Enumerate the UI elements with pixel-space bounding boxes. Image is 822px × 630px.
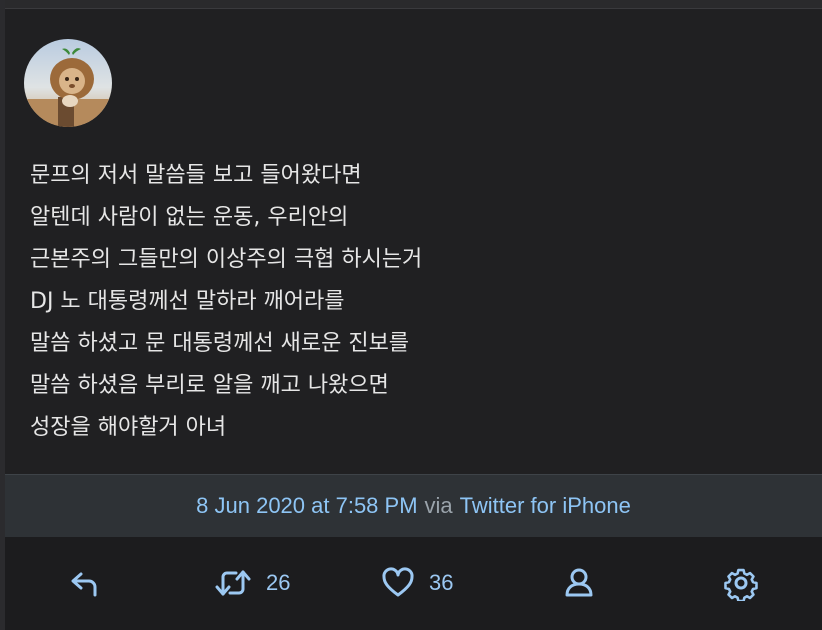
tweet-via-label: via [424,493,453,518]
avatar[interactable] [24,39,112,127]
tweet-text-line: 말씀 하셨고 문 대통령께선 새로운 진보를 [30,331,410,356]
window-top-bar [0,0,822,9]
like-count: 36 [429,570,454,595]
tweet-text-line: 성장을 해야할거 아녀 [30,415,227,440]
tweet-meta-bar: 8 Jun 2020 at 7:58 PM via Twitter for iP… [5,474,822,538]
reply-button[interactable] [69,565,103,601]
settings-button[interactable] [723,565,759,601]
tweet-text-line: 말씀 하셨음 부리로 알을 깨고 나왔으면 [30,373,389,398]
tweet-text-line: 알텐데 사람이 없는 운동, 우리안의 [30,205,349,230]
tweet-action-bar: 26 36 [5,537,822,630]
like-button[interactable]: 36 [381,565,453,601]
heart-icon [382,567,414,597]
tweet-source-link[interactable]: Twitter for iPhone [460,493,631,519]
tweet-text: 문프의 저서 말씀들 보고 들어왔다면 알텐데 사람이 없는 운동, 우리안의 … [30,155,790,449]
retweet-button[interactable]: 26 [214,565,290,601]
retweet-count: 26 [266,570,291,595]
tweet-text-line: 근본주의 그들만의 이상주의 극협 하시는거 [30,247,423,272]
avatar-image [24,39,112,127]
retweet-icon [215,570,251,596]
tweet-detail-window: 문프의 저서 말씀들 보고 들어왔다면 알텐데 사람이 없는 운동, 우리안의 … [0,0,822,630]
tweet-timestamp-link[interactable]: 8 Jun 2020 at 7:58 PM [196,493,417,519]
gear-icon [724,568,758,601]
user-icon [565,568,593,597]
tweet-text-line: DJ 노 대통령께선 말하라 깨어라를 [30,289,345,314]
reply-icon [71,572,97,597]
profile-button[interactable] [562,565,596,601]
tweet-text-line: 문프의 저서 말씀들 보고 들어왔다면 [30,163,362,188]
